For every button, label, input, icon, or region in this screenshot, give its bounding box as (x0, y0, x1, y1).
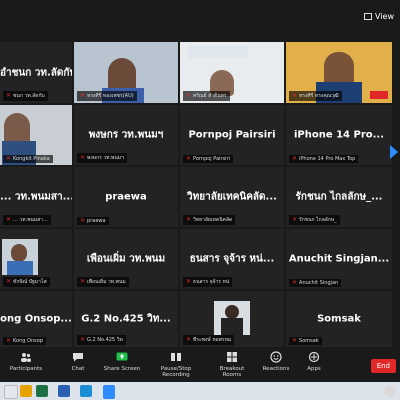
muted-mic-icon: ✕ (80, 217, 86, 224)
muted-mic-icon: ✕ (292, 279, 298, 286)
apps-button[interactable]: Apps (294, 351, 334, 372)
breakout-rooms-icon (227, 352, 237, 362)
breakout-rooms-button[interactable]: Breakout Rooms (212, 351, 252, 378)
windows-taskbar (0, 382, 400, 400)
zoom-icon[interactable] (103, 385, 115, 399)
participant-label: ✕ ชนก วท.ลัดกับ (3, 91, 48, 101)
reactions-button[interactable]: Reactions (256, 351, 296, 372)
participant-tile[interactable]: Anuchit Singjan... ✕ Anuchit Singjan (286, 229, 392, 289)
view-button[interactable]: View (364, 12, 394, 21)
muted-mic-icon: ✕ (292, 337, 298, 344)
reactions-icon (270, 351, 282, 363)
apps-icon (308, 351, 320, 363)
participant-photo (2, 239, 38, 275)
badge (370, 91, 388, 99)
participant-photo (214, 301, 250, 335)
chat-button[interactable]: Chat (58, 351, 98, 372)
meeting-toolbar: Participants Chat Share Screen Pause/Sto… (0, 347, 400, 382)
muted-mic-icon: ✕ (186, 92, 192, 99)
share-screen-icon (116, 352, 128, 361)
participant-tile[interactable]: รักชนก ไกลลักษ_... ✕ รักชนก ไกลลักษ_ (286, 167, 392, 227)
gallery-grid: อำชนก วท.ลัดกับ ✕ ชนก วท.ลัดกับ ✕ ทรงศิรี … (0, 42, 400, 347)
participant-tile[interactable]: Somsak ✕ Somsak (286, 291, 392, 347)
participants-icon (21, 353, 31, 362)
participant-video-tile[interactable]: ✕ ทรงศิรี ทองเพชร(AU) (74, 42, 178, 103)
participant-video (108, 58, 136, 92)
muted-mic-icon: ✕ (80, 92, 86, 99)
participants-button[interactable]: Participants (6, 351, 46, 372)
participant-video-tile[interactable]: ✕ พีระพงษ์ หอพรหม (180, 291, 284, 347)
participant-tile[interactable]: praewa ✕ praewa (74, 167, 178, 227)
meeting-top-bar: View (0, 0, 400, 42)
participant-tile[interactable]: อำชนก วท.ลัดกับ ✕ ชนก วท.ลัดกับ (0, 42, 72, 103)
muted-mic-icon: ✕ (292, 216, 298, 223)
muted-mic-icon: ✕ (80, 278, 86, 285)
edge-icon[interactable] (80, 385, 92, 397)
muted-mic-icon: ✕ (6, 278, 12, 285)
participant-tile[interactable]: วิทยาลัยเทคนิคลัด... ✕ วิทยาลัยเทคนิคลัด (180, 167, 284, 227)
participant-tile[interactable]: เพือนเผิ่ม วท.พนม ✕ เพือนเผิ่ม วท.พนม (74, 229, 178, 289)
muted-mic-icon: ✕ (186, 278, 192, 285)
chat-icon (73, 353, 83, 362)
grid-icon (364, 13, 373, 20)
user-icon[interactable] (384, 385, 396, 397)
excel-icon[interactable] (36, 385, 48, 397)
next-page-arrow-icon[interactable] (390, 145, 398, 159)
muted-mic-icon: ✕ (186, 155, 192, 162)
participant-video (324, 52, 354, 86)
pause-stop-recording-button[interactable]: Pause/Stop Recording (150, 351, 202, 378)
muted-mic-icon: ✕ (292, 155, 298, 162)
muted-mic-icon: ✕ (6, 337, 12, 344)
share-screen-button[interactable]: Share Screen (102, 351, 142, 372)
muted-mic-icon: ✕ (186, 336, 192, 343)
muted-mic-icon: ✕ (80, 154, 86, 161)
participant-tile[interactable]: iPhone 14 Pro... ✕ iPhone 14 Pro Max Top (286, 105, 392, 165)
search-icon[interactable] (4, 385, 18, 399)
teams-icon[interactable] (58, 385, 70, 397)
file-explorer-icon[interactable] (20, 385, 32, 397)
slide-banner (188, 46, 248, 58)
participant-tile[interactable]: ... วท.พนมสา... ✕... วท.พนมสา... (0, 167, 72, 227)
participant-tile[interactable]: G.2 No.425 วิท... ✕ G.2 No.425 วิท (74, 291, 178, 347)
participant-tile[interactable]: พงษกร วท.พนมฯ ✕ พงษกร วท.พนมฯ (74, 105, 178, 165)
muted-mic-icon: ✕ (80, 336, 86, 343)
muted-mic-icon: ✕ (292, 92, 298, 99)
participant-video-tile[interactable]: ✕ Kongkit Pinaka (0, 105, 72, 165)
participant-video-tile[interactable]: ✕ ทักษิณ์ ปัฐมาโส (0, 229, 72, 289)
muted-mic-icon: ✕ (186, 216, 192, 223)
participant-video-tile[interactable]: ✕ ศรัณย์ ลำต้นทร (180, 42, 284, 103)
muted-mic-icon: ✕ (6, 155, 12, 162)
participant-tile[interactable]: Pornpoj Pairsiri ✕ Pornpoj Pairsiri (180, 105, 284, 165)
muted-mic-icon: ✕ (6, 216, 12, 223)
participant-tile[interactable]: ธนสาร จุจ้าร หน่... ✕ ธนสาร จุจ้าร หน่ (180, 229, 284, 289)
end-button[interactable]: End (370, 359, 396, 373)
participant-video-tile[interactable]: ✕ ทรงศิรี ทรงคุณวุฒิ (286, 42, 392, 103)
muted-mic-icon: ✕ (6, 92, 12, 99)
pause-stop-icon (171, 353, 181, 361)
participant-tile[interactable]: ong Onsop... ✕ Kong Onsop (0, 291, 72, 347)
